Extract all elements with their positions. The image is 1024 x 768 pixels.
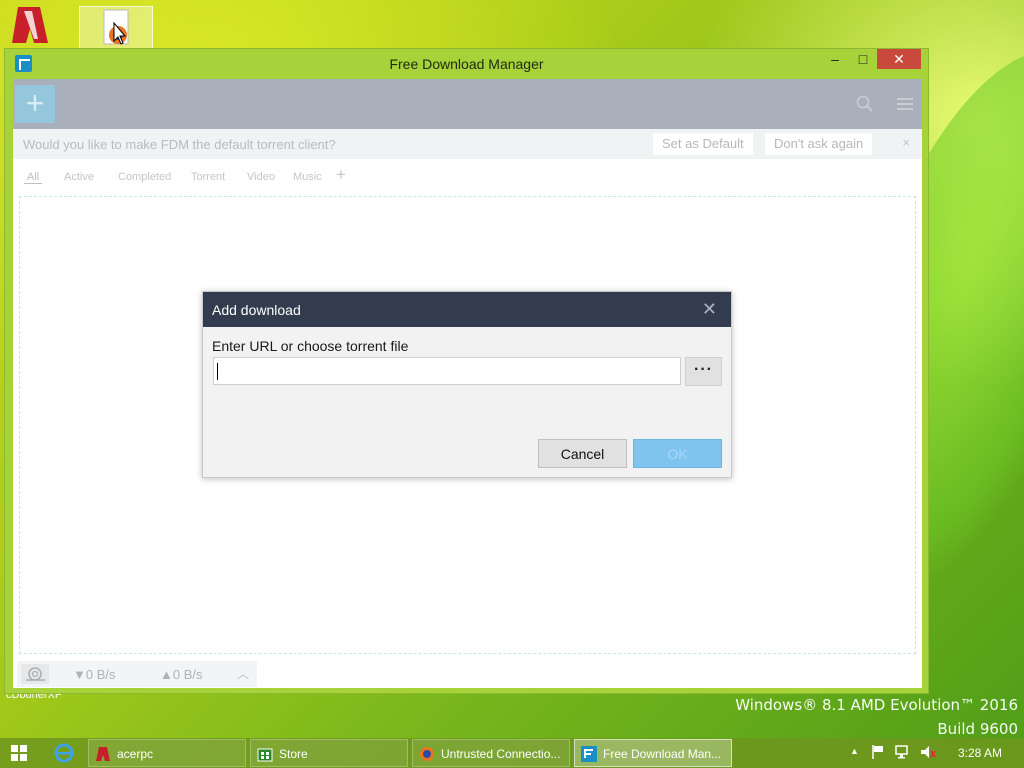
- volume-muted-icon[interactable]: [920, 744, 936, 763]
- os-watermark-line2: Build 9600: [937, 720, 1018, 738]
- tab-active[interactable]: Active: [64, 171, 94, 183]
- menu-icon[interactable]: [896, 95, 914, 113]
- dont-ask-again-button[interactable]: Don't ask again: [765, 133, 873, 155]
- desktop-icon-acer[interactable]: [4, 3, 78, 47]
- download-speed: ▼0 B/s: [73, 667, 116, 682]
- dialog-title: Add download: [212, 302, 301, 318]
- fdm-app-icon: [581, 746, 597, 762]
- network-icon[interactable]: [895, 744, 911, 763]
- windows-start-icon[interactable]: [11, 745, 27, 761]
- acer-app-icon: [96, 747, 110, 761]
- default-torrent-notification: Would you like to make FDM the default t…: [13, 129, 922, 159]
- text-cursor: [217, 363, 218, 380]
- firefox-icon: [420, 747, 434, 761]
- filter-tabs: All Active Completed Torrent Video Music…: [13, 163, 922, 189]
- task-label: Store: [279, 747, 308, 761]
- taskbar-clock[interactable]: 3:28 AM: [958, 746, 1002, 760]
- internet-explorer-icon[interactable]: [52, 742, 76, 764]
- file-shortcut-icon: [103, 9, 129, 45]
- window-title: Free Download Manager: [389, 56, 544, 72]
- task-label: acerpc: [117, 747, 154, 761]
- dialog-close-icon[interactable]: ✕: [702, 299, 717, 320]
- taskbar: acerpc Store Untrusted Connectio... Free…: [0, 738, 1024, 768]
- chevron-up-icon[interactable]: ︿: [237, 665, 249, 682]
- add-download-dialog: Add download ✕ Enter URL or choose torre…: [202, 291, 732, 478]
- taskbar-item-firefox[interactable]: Untrusted Connectio...: [412, 739, 570, 767]
- title-bar[interactable]: Free Download Manager – □ ✕: [5, 49, 928, 77]
- close-window-button[interactable]: ✕: [877, 49, 921, 69]
- status-bar-speeds: ▼0 B/s ▲0 B/s ︿: [17, 661, 257, 687]
- tab-all[interactable]: All: [24, 171, 43, 184]
- acer-app-icon: [12, 7, 48, 43]
- tab-completed[interactable]: Completed: [118, 171, 171, 183]
- close-icon[interactable]: ×: [902, 135, 910, 150]
- url-input[interactable]: [213, 357, 681, 385]
- add-download-button[interactable]: +: [15, 85, 55, 123]
- tab-video[interactable]: Video: [247, 171, 275, 183]
- store-icon: [257, 748, 273, 762]
- snail-speed-mode-icon[interactable]: [21, 664, 49, 684]
- tab-torrent[interactable]: Torrent: [191, 171, 225, 183]
- flag-icon[interactable]: [871, 744, 885, 763]
- toolbar: +: [13, 79, 922, 129]
- taskbar-item-acerpc[interactable]: acerpc: [88, 739, 246, 767]
- task-label: Untrusted Connectio...: [441, 747, 561, 761]
- status-bar: ▼0 B/s ▲0 B/s ︿: [13, 660, 922, 688]
- browse-torrent-button[interactable]: ···: [685, 357, 722, 386]
- ok-button[interactable]: OK: [633, 439, 722, 468]
- search-icon[interactable]: [856, 95, 874, 113]
- tab-music[interactable]: Music: [293, 171, 322, 183]
- minimize-button[interactable]: –: [822, 49, 848, 69]
- notification-text: Would you like to make FDM the default t…: [23, 137, 336, 152]
- upload-speed: ▲0 B/s: [160, 667, 203, 682]
- maximize-button[interactable]: □: [850, 49, 876, 69]
- taskbar-item-store[interactable]: Store: [250, 739, 408, 767]
- os-watermark-line1: Windows® 8.1 AMD Evolution™ 2016: [735, 696, 1018, 714]
- taskbar-item-fdm[interactable]: Free Download Man...: [574, 739, 732, 767]
- dialog-header: Add download ✕: [203, 292, 731, 327]
- url-field-label: Enter URL or choose torrent file: [212, 338, 409, 354]
- add-tab-plus-icon[interactable]: +: [336, 165, 346, 185]
- task-label: Free Download Man...: [603, 747, 722, 761]
- desktop-icon-selected[interactable]: [79, 6, 153, 50]
- set-as-default-button[interactable]: Set as Default: [653, 133, 753, 155]
- show-hidden-icons-arrow[interactable]: ▲: [850, 746, 859, 756]
- cancel-button[interactable]: Cancel: [538, 439, 627, 468]
